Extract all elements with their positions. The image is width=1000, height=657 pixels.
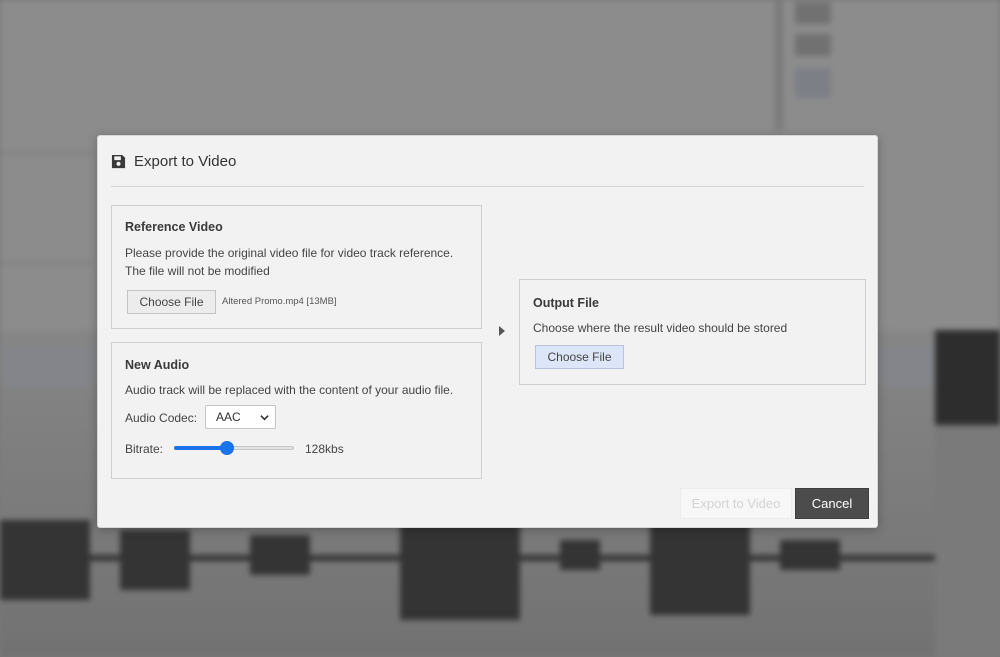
reference-video-section: Reference Video Please provide the origi…	[111, 205, 482, 329]
bitrate-value: 128kbs	[305, 442, 344, 456]
bitrate-label: Bitrate:	[125, 442, 164, 456]
bitrate-slider-fill	[174, 446, 227, 450]
bitrate-slider[interactable]	[174, 440, 294, 456]
arrow-right-icon	[499, 326, 505, 336]
output-choose-file-button[interactable]: Choose File	[535, 345, 624, 369]
reference-video-title: Reference Video	[125, 220, 223, 234]
dialog-title: Export to Video	[134, 152, 237, 170]
audio-codec-value: AAC	[216, 410, 241, 424]
dialog-header: Export to Video	[111, 136, 864, 187]
bitrate-slider-thumb[interactable]	[219, 441, 234, 455]
output-file-section: Output File Choose where the result vide…	[519, 279, 866, 385]
new-audio-section: New Audio Audio track will be replaced w…	[111, 342, 482, 479]
new-audio-title: New Audio	[125, 358, 190, 372]
audio-codec-select[interactable]: AAC	[205, 405, 276, 429]
reference-video-note: The file will not be modified	[125, 264, 270, 278]
export-dialog: Export to Video Reference Video Please p…	[97, 135, 878, 528]
cancel-button[interactable]: Cancel	[795, 488, 869, 519]
reference-file-name: Altered Promo.mp4 [13MB]	[222, 296, 337, 307]
export-to-video-button[interactable]: Export to Video	[680, 488, 792, 519]
output-file-title: Output File	[533, 296, 599, 310]
reference-choose-file-button[interactable]: Choose File	[127, 290, 216, 314]
output-file-description: Choose where the result video should be …	[533, 321, 788, 335]
new-audio-description: Audio track will be replaced with the co…	[125, 383, 454, 397]
audio-codec-label: Audio Codec:	[125, 411, 198, 425]
floppy-disk-icon	[111, 154, 126, 168]
chevron-down-icon	[260, 415, 269, 421]
reference-video-description: Please provide the original video file f…	[125, 246, 454, 260]
